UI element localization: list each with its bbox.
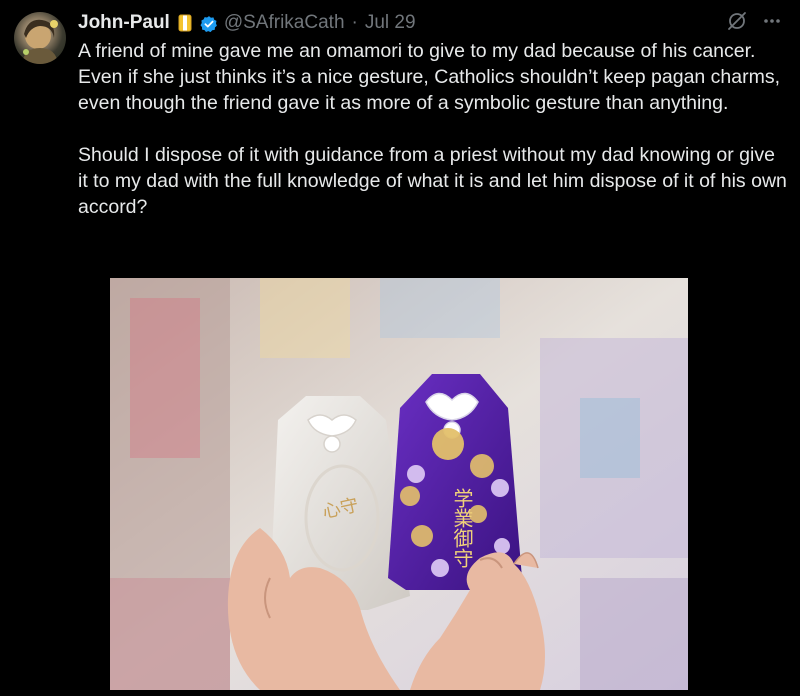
tweet-date[interactable]: Jul 29: [365, 12, 416, 34]
flag-emoji-icon: [176, 14, 194, 32]
omamori-photo: 心守 学業御守: [110, 278, 688, 690]
tweet-header: John-Paul @SAfrikaCath · Jul 29: [78, 10, 416, 36]
display-name[interactable]: John-Paul: [78, 12, 170, 34]
tweet-actions: [726, 10, 782, 32]
avatar-image: [22, 19, 58, 64]
tweet-paragraph: Should I dispose of it with guidance fro…: [78, 144, 787, 218]
tweet-text: A friend of mine gave me an omamori to g…: [78, 38, 790, 220]
separator-dot: ·: [351, 12, 358, 33]
tweet-image[interactable]: 心守 学業御守: [110, 278, 688, 690]
purple-charm-text: 学業御守: [450, 488, 474, 568]
grok-icon[interactable]: [726, 10, 748, 32]
verified-check-icon[interactable]: [200, 14, 218, 33]
more-dots-icon[interactable]: [762, 11, 782, 31]
tweet-paragraph: A friend of mine gave me an omamori to g…: [78, 40, 781, 114]
user-handle[interactable]: @SAfrikaCath: [224, 12, 345, 34]
avatar[interactable]: [14, 12, 66, 64]
